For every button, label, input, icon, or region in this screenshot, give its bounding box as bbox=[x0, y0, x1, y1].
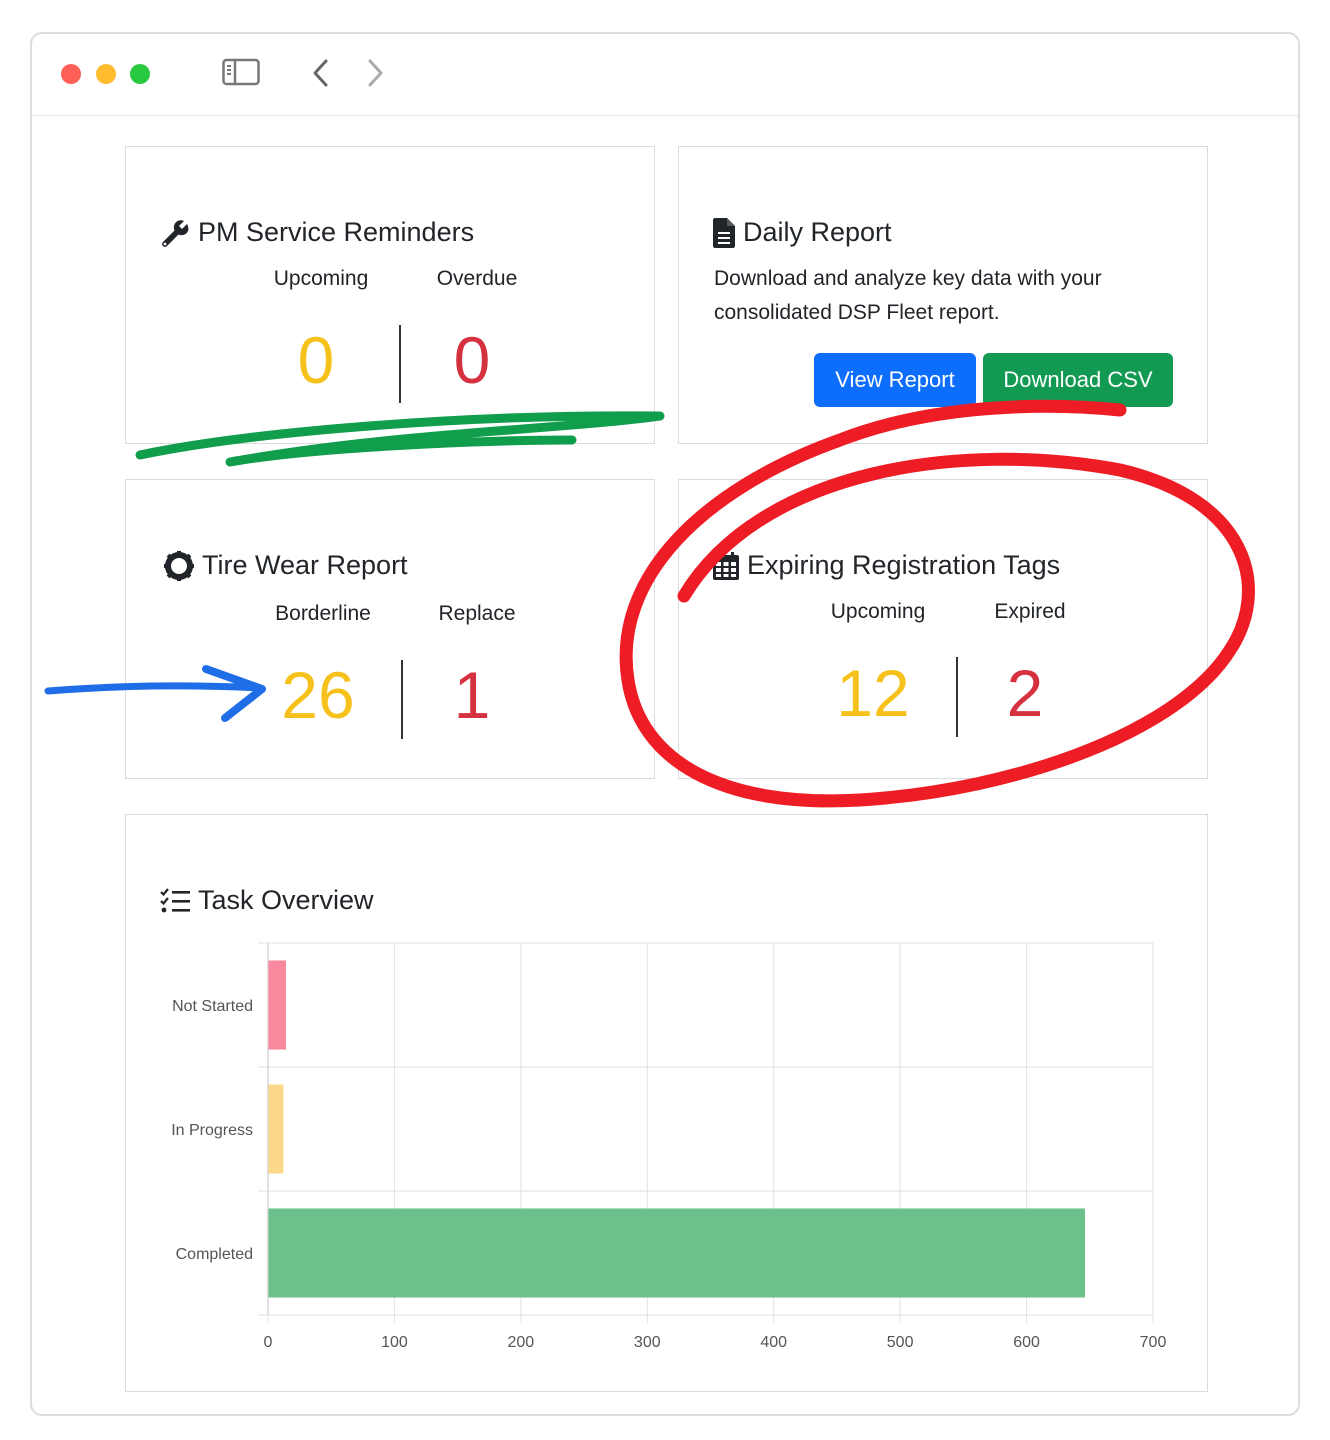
daily-report-card: Daily Report Download and analyze key da… bbox=[678, 146, 1208, 444]
file-icon bbox=[713, 217, 735, 248]
daily-description-line2: consolidated DSP Fleet report. bbox=[714, 301, 1000, 324]
task-overview-card: Task Overview bbox=[125, 814, 1208, 1392]
minimize-window-button[interactable] bbox=[96, 64, 116, 84]
tire-replace-label: Replace bbox=[438, 602, 516, 625]
tags-expired-label: Expired bbox=[994, 600, 1066, 623]
tire-replace-count: 1 bbox=[453, 658, 491, 732]
tasks-icon bbox=[160, 887, 190, 912]
tire-borderline-label: Borderline bbox=[275, 602, 371, 625]
tags-divider bbox=[956, 657, 958, 737]
wrench-icon bbox=[162, 219, 189, 247]
maximize-window-button[interactable] bbox=[130, 64, 150, 84]
pm-divider bbox=[399, 325, 401, 403]
tire-divider bbox=[401, 660, 403, 739]
pm-overdue-label: Overdue bbox=[436, 267, 518, 290]
pm-upcoming-count: 0 bbox=[297, 323, 335, 397]
back-arrow-icon[interactable] bbox=[310, 58, 332, 88]
download-csv-button[interactable]: Download CSV bbox=[983, 353, 1173, 407]
sidebar-toggle-icon[interactable] bbox=[222, 58, 260, 86]
registration-tags-card: Expiring Registration Tags Upcoming Expi… bbox=[678, 479, 1208, 779]
view-report-button[interactable]: View Report bbox=[814, 353, 976, 407]
tire-borderline-count: 26 bbox=[281, 658, 355, 732]
tire-card-title: Tire Wear Report bbox=[202, 550, 408, 580]
tags-expired-count: 2 bbox=[1006, 656, 1044, 730]
pm-overdue-count: 0 bbox=[453, 323, 491, 397]
pm-upcoming-label: Upcoming bbox=[273, 267, 369, 290]
daily-description: Download and analyze key data with your … bbox=[714, 262, 1102, 330]
daily-description-line1: Download and analyze key data with your bbox=[714, 267, 1102, 290]
calendar-icon bbox=[713, 551, 739, 580]
tire-wear-card: Tire Wear Report Borderline Replace 26 1 bbox=[125, 479, 655, 779]
tags-upcoming-label: Upcoming bbox=[830, 600, 926, 623]
pm-service-card: PM Service Reminders Upcoming Overdue 0 … bbox=[125, 146, 655, 444]
pm-card-title: PM Service Reminders bbox=[198, 217, 475, 247]
task-card-title: Task Overview bbox=[198, 885, 374, 915]
tags-upcoming-count: 12 bbox=[836, 656, 910, 730]
title-bar bbox=[32, 34, 1298, 116]
daily-card-title: Daily Report bbox=[743, 217, 892, 247]
tire-icon bbox=[164, 550, 194, 581]
forward-arrow-icon[interactable] bbox=[364, 58, 386, 88]
tags-card-title: Expiring Registration Tags bbox=[747, 550, 1061, 580]
close-window-button[interactable] bbox=[61, 64, 81, 84]
